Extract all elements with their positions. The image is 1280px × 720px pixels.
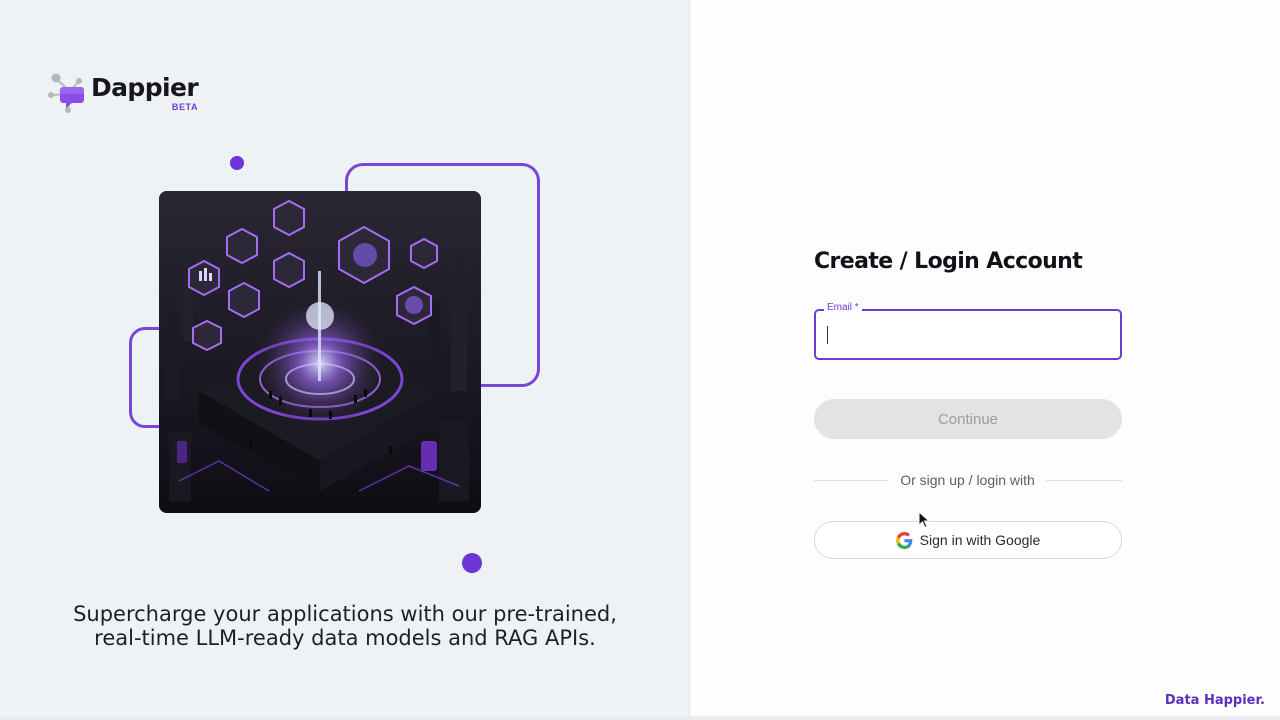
brand-name: Dappier <box>91 73 199 102</box>
tagline-line-1: Supercharge your applications with our p… <box>73 602 617 626</box>
divider-line-right <box>1046 480 1122 481</box>
divider-text: Or sign up / login with <box>900 472 1035 488</box>
network-node-chat-icon <box>48 72 88 114</box>
text-caret <box>827 326 828 344</box>
brand-logo[interactable]: Dappier BETA <box>48 72 199 114</box>
decorative-dot-top <box>230 156 244 170</box>
email-field[interactable] <box>814 309 1122 360</box>
right-panel <box>690 0 1280 720</box>
mouse-cursor-icon <box>918 510 931 529</box>
tagline-line-2: real-time LLM-ready data models and RAG … <box>94 626 596 650</box>
google-signin-label: Sign in with Google <box>919 532 1041 548</box>
email-label: Email * <box>824 301 862 314</box>
ai-data-city-illustration <box>159 191 481 513</box>
tagline: Supercharge your applications with our p… <box>0 602 690 650</box>
left-panel: Dappier BETA Supercharge your applicatio… <box>0 0 690 720</box>
decorative-dot-bottom <box>462 553 482 573</box>
divider-line-left <box>814 480 888 481</box>
email-input[interactable] <box>816 311 1120 358</box>
beta-badge: BETA <box>171 102 199 112</box>
google-signin-button[interactable]: Sign in with Google <box>814 521 1122 559</box>
footer-tagline: Data Happier. <box>1164 693 1265 708</box>
bottom-edge <box>0 716 1280 720</box>
google-g-icon <box>895 531 913 549</box>
continue-button[interactable]: Continue <box>814 399 1122 439</box>
page-title: Create / Login Account <box>814 249 1083 274</box>
